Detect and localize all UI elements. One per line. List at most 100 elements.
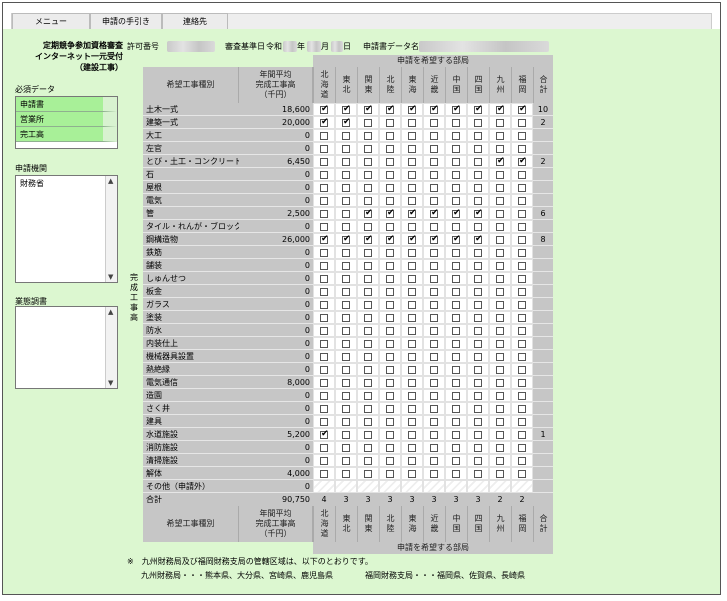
region-cell[interactable] xyxy=(511,220,533,233)
region-cell[interactable] xyxy=(423,389,445,402)
region-cell[interactable] xyxy=(401,324,423,337)
checkbox-unchecked[interactable] xyxy=(386,470,394,478)
required-data-list[interactable]: 申請書 営業所 完工高 xyxy=(15,96,118,149)
region-cell[interactable] xyxy=(401,168,423,181)
region-cell[interactable] xyxy=(335,220,357,233)
checkbox-unchecked[interactable] xyxy=(364,197,372,205)
region-cell[interactable] xyxy=(445,129,467,142)
region-cell[interactable] xyxy=(445,259,467,272)
checkbox-unchecked[interactable] xyxy=(364,262,372,270)
region-cell[interactable] xyxy=(511,376,533,389)
checkbox-unchecked[interactable] xyxy=(474,366,482,374)
region-cell[interactable] xyxy=(445,220,467,233)
checkbox-unchecked[interactable] xyxy=(386,418,394,426)
region-cell[interactable] xyxy=(423,194,445,207)
checkbox-unchecked[interactable] xyxy=(386,379,394,387)
checkbox-unchecked[interactable] xyxy=(496,327,504,335)
survey-scrollbar[interactable]: ▲ ▼ xyxy=(105,307,117,388)
checkbox-unchecked[interactable] xyxy=(496,457,504,465)
checkbox-unchecked[interactable] xyxy=(364,119,372,127)
checkbox-unchecked[interactable] xyxy=(496,223,504,231)
checkbox-unchecked[interactable] xyxy=(342,145,350,153)
region-cell[interactable] xyxy=(423,376,445,389)
checkbox-unchecked[interactable] xyxy=(452,171,460,179)
region-cell[interactable] xyxy=(489,116,511,129)
region-cell[interactable] xyxy=(511,324,533,337)
region-cell[interactable] xyxy=(467,324,489,337)
region-cell[interactable] xyxy=(335,116,357,129)
region-cell[interactable] xyxy=(445,467,467,480)
region-cell[interactable] xyxy=(511,454,533,467)
checkbox-unchecked[interactable] xyxy=(320,457,328,465)
region-cell[interactable] xyxy=(467,285,489,298)
checkbox-unchecked[interactable] xyxy=(496,405,504,413)
checkbox-unchecked[interactable] xyxy=(320,379,328,387)
region-cell[interactable] xyxy=(357,155,379,168)
checkbox-unchecked[interactable] xyxy=(320,392,328,400)
list-item[interactable]: 完工高 xyxy=(16,127,117,142)
checkbox-unchecked[interactable] xyxy=(518,392,526,400)
checkbox-unchecked[interactable] xyxy=(408,184,416,192)
checkbox-unchecked[interactable] xyxy=(518,262,526,270)
region-cell[interactable] xyxy=(445,454,467,467)
region-cell[interactable] xyxy=(445,389,467,402)
checkbox-checked[interactable] xyxy=(430,208,439,218)
region-cell[interactable] xyxy=(445,311,467,324)
checkbox-unchecked[interactable] xyxy=(474,392,482,400)
checkbox-checked[interactable] xyxy=(474,208,483,218)
region-cell[interactable] xyxy=(489,129,511,142)
checkbox-unchecked[interactable] xyxy=(386,405,394,413)
region-cell[interactable] xyxy=(313,441,335,454)
region-cell[interactable] xyxy=(445,415,467,428)
region-cell[interactable] xyxy=(335,428,357,441)
region-cell[interactable] xyxy=(467,402,489,415)
region-cell[interactable] xyxy=(511,441,533,454)
checkbox-unchecked[interactable] xyxy=(408,457,416,465)
checkbox-unchecked[interactable] xyxy=(386,184,394,192)
checkbox-unchecked[interactable] xyxy=(518,405,526,413)
checkbox-unchecked[interactable] xyxy=(320,249,328,257)
checkbox-unchecked[interactable] xyxy=(386,249,394,257)
region-cell[interactable] xyxy=(489,194,511,207)
region-cell[interactable] xyxy=(489,207,511,220)
region-cell[interactable] xyxy=(401,181,423,194)
region-cell[interactable] xyxy=(379,116,401,129)
region-cell[interactable] xyxy=(423,324,445,337)
checkbox-unchecked[interactable] xyxy=(452,327,460,335)
region-cell[interactable] xyxy=(335,454,357,467)
region-cell[interactable] xyxy=(357,389,379,402)
region-cell[interactable] xyxy=(313,415,335,428)
checkbox-unchecked[interactable] xyxy=(452,444,460,452)
region-cell[interactable] xyxy=(313,103,335,116)
region-cell[interactable] xyxy=(357,233,379,246)
region-cell[interactable] xyxy=(489,155,511,168)
region-cell[interactable] xyxy=(335,246,357,259)
region-cell[interactable] xyxy=(313,428,335,441)
region-cell[interactable] xyxy=(379,311,401,324)
region-cell[interactable] xyxy=(445,142,467,155)
checkbox-unchecked[interactable] xyxy=(430,184,438,192)
checkbox-unchecked[interactable] xyxy=(408,353,416,361)
region-cell[interactable] xyxy=(335,324,357,337)
region-cell[interactable] xyxy=(401,311,423,324)
region-cell[interactable] xyxy=(445,298,467,311)
region-cell[interactable] xyxy=(445,155,467,168)
region-cell[interactable] xyxy=(445,428,467,441)
checkbox-unchecked[interactable] xyxy=(386,119,394,127)
checkbox-unchecked[interactable] xyxy=(496,392,504,400)
region-cell[interactable] xyxy=(511,181,533,194)
region-cell[interactable] xyxy=(401,389,423,402)
checkbox-unchecked[interactable] xyxy=(430,392,438,400)
checkbox-unchecked[interactable] xyxy=(518,171,526,179)
checkbox-unchecked[interactable] xyxy=(430,327,438,335)
region-cell[interactable] xyxy=(379,233,401,246)
checkbox-unchecked[interactable] xyxy=(430,353,438,361)
checkbox-unchecked[interactable] xyxy=(496,340,504,348)
region-cell[interactable] xyxy=(335,389,357,402)
checkbox-checked[interactable] xyxy=(408,208,417,218)
region-cell[interactable] xyxy=(445,272,467,285)
region-cell[interactable] xyxy=(313,389,335,402)
checkbox-unchecked[interactable] xyxy=(320,262,328,270)
region-cell[interactable] xyxy=(511,129,533,142)
region-cell[interactable] xyxy=(445,168,467,181)
